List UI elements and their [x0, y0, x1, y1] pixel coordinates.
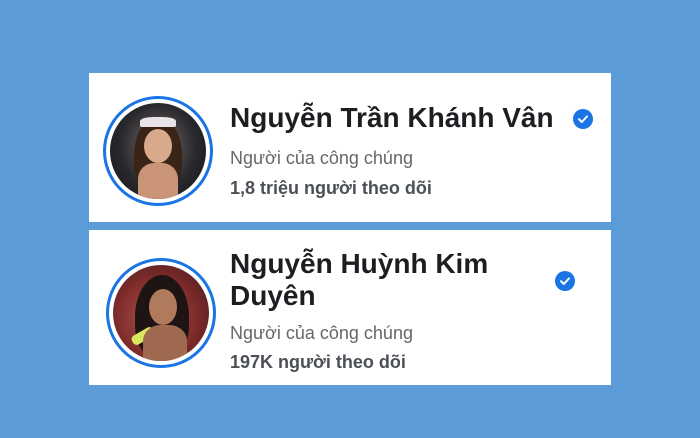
profile-name[interactable]: Nguyễn Huỳnh Kim Duyên — [230, 248, 520, 312]
profile-card[interactable]: Nguyễn Huỳnh Kim Duyên Người của công ch… — [89, 230, 611, 385]
avatar[interactable] — [106, 258, 216, 368]
follower-count: 197K người theo dõi — [230, 352, 406, 372]
follower-count: 1,8 triệu người theo dõi — [230, 178, 432, 198]
profile-category: Người của công chúng — [230, 323, 413, 343]
profile-photo — [110, 103, 206, 199]
profile-name[interactable]: Nguyễn Trần Khánh Vân — [230, 101, 554, 135]
profile-card[interactable]: Nguyễn Trần Khánh Vân Người của công chú… — [89, 73, 611, 222]
verified-check-icon — [573, 109, 593, 129]
profile-category: Người của công chúng — [230, 148, 413, 168]
verified-check-icon — [555, 271, 575, 291]
avatar[interactable] — [103, 96, 213, 206]
profile-photo — [113, 265, 209, 361]
